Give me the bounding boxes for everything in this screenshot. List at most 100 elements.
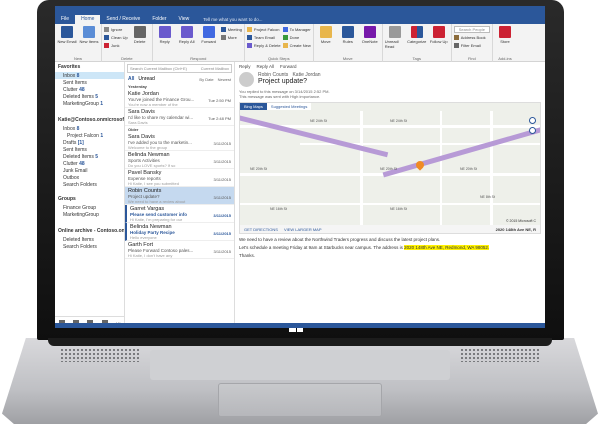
groups-header[interactable]: Groups <box>55 194 124 204</box>
quick-step-create-new[interactable]: Create New <box>282 42 311 49</box>
search-people-field[interactable]: Search People <box>453 26 490 33</box>
account-sent-items[interactable]: Sent Items <box>55 146 124 153</box>
fav-inbox[interactable]: Inbox 8 <box>55 72 124 79</box>
group-finance[interactable]: Finance Group <box>55 204 124 211</box>
quick-step-to-manager[interactable]: To Manager <box>282 26 311 33</box>
title-bar <box>55 6 545 15</box>
account-search-folders[interactable]: Search Folders <box>55 181 124 188</box>
fav-marketing-group[interactable]: MarketingGroup 1 <box>55 100 124 107</box>
more-button[interactable]: More <box>220 34 242 41</box>
account-inbox[interactable]: Inbox 8 <box>55 125 124 132</box>
clean-up-button[interactable]: Clean Up <box>104 34 128 41</box>
filter-email-button[interactable]: Filter Email <box>453 42 490 49</box>
reply-icon <box>158 26 171 38</box>
street-label: NE 24th St <box>310 119 327 123</box>
quick-step-reply-delete[interactable]: Reply & Delete <box>246 42 281 49</box>
account-deleted-items[interactable]: Deleted Items 5 <box>55 153 124 160</box>
onenote-button[interactable]: OneNote <box>360 26 380 55</box>
address-link[interactable]: 2020 148th Ave NE, Redmond, WA 98052. <box>404 245 490 250</box>
view-larger-map-link[interactable]: VIEW LARGER MAP <box>284 227 322 232</box>
reply-all-link[interactable]: Reply All <box>257 64 275 69</box>
account-outbox[interactable]: Outbox <box>55 174 124 181</box>
store-button[interactable]: Store <box>495 26 515 55</box>
map-road <box>490 111 493 226</box>
account-header[interactable]: Katie@Contoso.onmicrosoft... <box>55 115 124 125</box>
forward-link[interactable]: Forward <box>280 64 297 69</box>
quick-step-project-falcon[interactable]: Project Falcon <box>246 26 281 33</box>
filter-all[interactable]: All <box>128 76 134 82</box>
group-find: Search People Address Book Filter Email … <box>452 24 493 62</box>
junk-button[interactable]: Junk <box>104 42 128 49</box>
map-road <box>240 203 540 205</box>
speaker-grille-left <box>60 348 140 362</box>
rules-button[interactable]: Rules <box>338 26 358 55</box>
filter-unread[interactable]: Unread <box>138 76 154 82</box>
group-header-yesterday[interactable]: Yesterday <box>125 83 234 90</box>
follow-up-button[interactable]: Follow Up <box>429 26 449 55</box>
body-paragraph: Let's schedule a meeting Friday at 9am a… <box>239 245 490 250</box>
forward-button[interactable]: Forward <box>199 26 219 55</box>
tab-file[interactable]: File <box>55 15 75 24</box>
reply-button[interactable]: Reply <box>155 26 175 55</box>
tab-suggested-meetings[interactable]: Suggested Meetings <box>266 103 312 110</box>
body-paragraph: Thanks. <box>239 253 256 258</box>
list-item[interactable]: Sara Davis I've added you to the marketi… <box>125 133 234 151</box>
delete-button[interactable]: Delete <box>130 26 150 55</box>
message-body: We need to have a review about the North… <box>235 237 545 258</box>
list-item-selected[interactable]: Robin Counts Project update? We need to … <box>125 187 234 205</box>
zoom-in-icon[interactable] <box>529 127 536 134</box>
new-email-button[interactable]: New Email <box>57 26 77 55</box>
account-drafts[interactable]: Drafts [1] <box>55 139 124 146</box>
ignore-button[interactable]: Ignore <box>104 26 128 33</box>
sort-by-date[interactable]: By Date <box>199 77 213 82</box>
fav-deleted-items[interactable]: Deleted Items 5 <box>55 93 124 100</box>
tell-me-box[interactable]: Tell me what you want to do... <box>203 17 262 22</box>
meeting-button[interactable]: Meeting <box>220 26 242 33</box>
reply-link[interactable]: Reply <box>239 64 251 69</box>
list-item[interactable]: Pavel Bansky Expense reports Hi Katie, I… <box>125 169 234 187</box>
tab-home[interactable]: Home <box>75 15 101 24</box>
fav-sent-items[interactable]: Sent Items <box>55 79 124 86</box>
map-address: 2020 148th Ave NE, R <box>495 226 536 232</box>
bing-map[interactable]: Bing Maps Suggested Meetings NE 24th St … <box>239 102 541 234</box>
account-clutter[interactable]: Clutter 48 <box>55 160 124 167</box>
quick-step-team-email[interactable]: Team Email <box>246 34 281 41</box>
keyboard-area <box>150 350 450 380</box>
group-marketing[interactable]: MarketingGroup <box>55 211 124 218</box>
street-label: NE 24th St <box>390 119 407 123</box>
sort-order[interactable]: Newest <box>218 77 231 82</box>
get-directions-link[interactable]: GET DIRECTIONS <box>244 227 278 232</box>
account-junk-email[interactable]: Junk Email <box>55 167 124 174</box>
tab-send-receive[interactable]: Send / Receive <box>100 15 146 24</box>
list-item[interactable]: Katie Jordan You've joined the Finance G… <box>125 90 234 108</box>
favorites-header[interactable]: Favorites <box>55 62 124 72</box>
search-input[interactable]: Search Current Mailbox (Ctrl+E) Current M… <box>127 64 232 73</box>
account-project-falcon[interactable]: Project Falcon 1 <box>55 132 124 139</box>
new-email-icon <box>61 26 73 38</box>
list-item[interactable]: Belinda Newman Sports Activities Do you … <box>125 151 234 169</box>
street-label: NE 16th St <box>270 207 287 211</box>
street-label: NE 20th St <box>380 167 397 171</box>
archive-deleted-items[interactable]: Deleted Items <box>55 236 124 243</box>
tab-view[interactable]: View <box>173 15 196 24</box>
new-items-button[interactable]: New Items <box>79 26 99 55</box>
street-label: NE 16th St <box>390 207 407 211</box>
list-item[interactable]: Sara Davis I'd like to share my calendar… <box>125 108 234 126</box>
quick-step-done[interactable]: Done <box>282 34 311 41</box>
touchpad <box>218 383 382 417</box>
reply-all-button[interactable]: Reply All <box>177 26 197 55</box>
unread-read-button[interactable]: Unread/ Read <box>385 26 405 55</box>
tab-bing-maps[interactable]: Bing Maps <box>240 103 267 110</box>
group-header-older[interactable]: Older <box>125 126 234 133</box>
move-button[interactable]: Move <box>316 26 336 55</box>
list-item[interactable]: Garret Vargas Please send customer info … <box>125 205 234 223</box>
categorize-button[interactable]: Categorize <box>407 26 427 55</box>
archive-header[interactable]: Online archive - Contoso.onmi... <box>55 226 124 236</box>
address-book-button[interactable]: Address Book <box>453 34 490 41</box>
list-item[interactable]: Belinda Newman Holiday Party Recipe Hell… <box>125 223 234 241</box>
archive-search-folders[interactable]: Search Folders <box>55 243 124 250</box>
zoom-out-icon[interactable] <box>529 117 536 124</box>
fav-clutter[interactable]: Clutter 48 <box>55 86 124 93</box>
list-item[interactable]: Garth Fort Please Forward Contoso pales.… <box>125 241 234 259</box>
tab-folder[interactable]: Folder <box>146 15 172 24</box>
